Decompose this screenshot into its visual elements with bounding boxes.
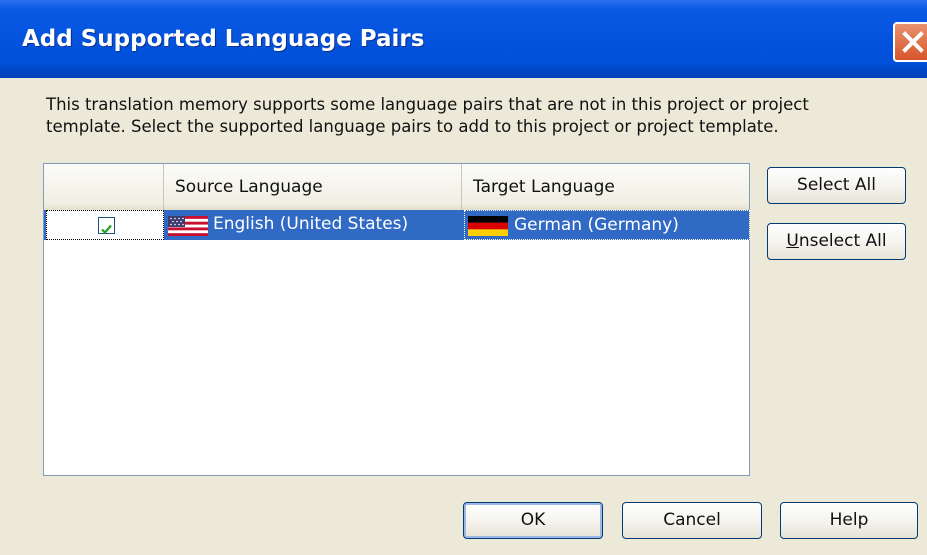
column-header-source-language[interactable]: Source Language <box>164 164 462 210</box>
germany-flag-icon <box>468 216 508 236</box>
ok-button[interactable]: OK <box>463 502 603 539</box>
dialog-window: Add Supported Language Pairs This transl… <box>0 0 927 555</box>
close-icon <box>902 31 924 53</box>
source-language-label: English (United States) <box>213 214 409 234</box>
description-text: This translation memory supports some la… <box>46 94 886 138</box>
column-header-check[interactable] <box>44 164 164 210</box>
source-language-cell[interactable]: English (United States) <box>164 210 462 240</box>
column-header-target-language[interactable]: Target Language <box>462 164 750 210</box>
grid-header: Source Language Target Language <box>44 164 749 211</box>
table-row[interactable]: English (United States) German (Germany) <box>44 210 750 240</box>
select-all-button[interactable]: Select All <box>767 167 906 204</box>
target-language-cell[interactable]: German (Germany) <box>464 210 750 240</box>
description-line: template. Select the supported language … <box>46 117 779 136</box>
dialog-title: Add Supported Language Pairs <box>22 26 425 52</box>
language-pairs-grid[interactable]: Source Language Target Language English … <box>43 163 750 476</box>
title-bar[interactable]: Add Supported Language Pairs <box>0 0 927 78</box>
unselect-all-button[interactable]: Unselect All <box>767 223 906 260</box>
close-button[interactable] <box>893 22 927 62</box>
target-language-label: German (Germany) <box>514 215 679 235</box>
unselect-all-label: nselect All <box>798 231 887 251</box>
checkbox-cell[interactable] <box>46 210 164 240</box>
row-checkbox[interactable] <box>98 217 115 235</box>
us-flag-icon <box>168 216 208 236</box>
checkmark-icon <box>101 224 112 235</box>
help-button[interactable]: Help <box>780 502 918 539</box>
unselect-all-mnemonic: U <box>786 231 799 251</box>
description-line: This translation memory supports some la… <box>46 95 809 114</box>
cancel-button[interactable]: Cancel <box>622 502 762 539</box>
